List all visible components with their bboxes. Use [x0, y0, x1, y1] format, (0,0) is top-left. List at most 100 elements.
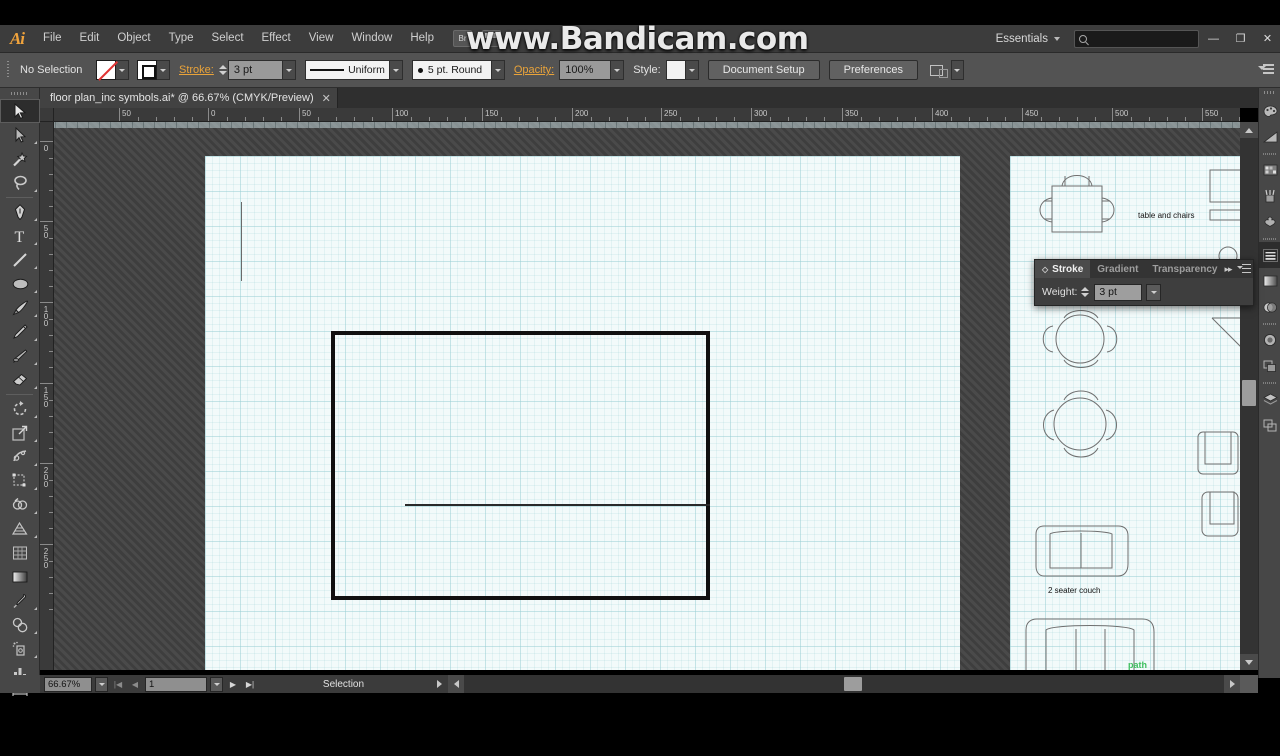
tab-transparency[interactable]: Transparency [1145, 260, 1224, 278]
stroke-profile-dropdown[interactable] [389, 60, 403, 80]
stroke-weight-field[interactable]: 3 pt [227, 60, 283, 80]
workspace-switcher[interactable]: Essentials [986, 33, 1066, 45]
mesh-tool[interactable] [0, 541, 40, 565]
paintbrush-tool[interactable] [0, 296, 40, 320]
graphic-styles-panel-icon[interactable] [1259, 353, 1280, 379]
brush-definition-select[interactable]: 5 pt. Round [411, 60, 492, 80]
symbol-sprayer-tool[interactable] [0, 637, 40, 661]
symbols-sheet[interactable]: table and chairs 2 seater couch path [1010, 156, 1240, 670]
layers-panel-icon[interactable] [1259, 386, 1280, 412]
close-button[interactable]: ✕ [1255, 29, 1280, 49]
stroke-weight-stepper[interactable] [1081, 282, 1090, 302]
menu-window[interactable]: Window [342, 25, 401, 52]
selection-tool[interactable] [0, 99, 40, 123]
scroll-right-button[interactable] [1224, 675, 1240, 693]
magic-wand-tool[interactable] [0, 147, 40, 171]
shape-builder-tool[interactable] [0, 493, 40, 517]
artboards-panel-icon[interactable] [1259, 412, 1280, 438]
menu-select[interactable]: Select [203, 25, 253, 52]
color-panel-icon[interactable] [1259, 98, 1280, 124]
appearance-panel-icon[interactable] [1259, 327, 1280, 353]
graphic-style-dropdown[interactable] [685, 60, 699, 80]
minimize-button[interactable]: — [1201, 29, 1226, 49]
restore-button[interactable]: ❐ [1228, 29, 1253, 49]
horizontal-ruler[interactable]: 50 0 50 100 150 200 250 300 350 400 450 500 550 [54, 108, 1240, 122]
symbol-round-table-chairs[interactable] [1026, 304, 1136, 374]
menu-file[interactable]: File [34, 25, 71, 52]
stroke-dropdown-button[interactable] [157, 60, 170, 80]
ruler-origin-corner[interactable] [40, 108, 54, 122]
resize-grip[interactable] [1240, 675, 1258, 693]
document-setup-button[interactable]: Document Setup [707, 60, 820, 80]
blob-brush-tool[interactable] [0, 344, 40, 368]
vertical-ruler[interactable]: 050100150200250 [40, 122, 54, 670]
lasso-tool[interactable] [0, 171, 40, 195]
opacity-field[interactable]: 100% [559, 60, 612, 80]
control-bar-menu-icon[interactable] [1258, 63, 1274, 77]
symbol-partial-top-right[interactable] [1209, 169, 1240, 221]
vertical-scrollbar-thumb[interactable] [1242, 380, 1256, 406]
artboard-dropdown[interactable] [210, 676, 223, 692]
transparency-panel-icon[interactable] [1259, 294, 1280, 320]
align-dropdown[interactable] [950, 60, 964, 80]
symbols-panel-icon[interactable] [1259, 209, 1280, 235]
perspective-grid-tool[interactable] [0, 517, 40, 541]
line-segment-tool[interactable] [0, 248, 40, 272]
pen-tool[interactable] [0, 200, 40, 224]
arrange-documents-icon[interactable] [482, 30, 501, 47]
symbol-corner-right-middle[interactable] [1210, 316, 1240, 356]
previous-artboard-button[interactable]: ◀ [128, 677, 142, 692]
next-artboard-button[interactable]: ▶ [226, 677, 240, 692]
close-icon[interactable]: ✕ [322, 92, 331, 105]
rotate-tool[interactable] [0, 397, 40, 421]
horizontal-scrollbar-thumb[interactable] [844, 677, 862, 691]
blend-tool[interactable] [0, 613, 40, 637]
stroke-profile-select[interactable]: Uniform [304, 60, 390, 80]
opacity-dropdown[interactable] [611, 60, 625, 80]
status-menu-arrow[interactable] [430, 680, 448, 688]
stroke-weight-field[interactable]: 3 pt [1094, 283, 1143, 301]
stroke-swatch[interactable] [137, 60, 157, 80]
fill-color-control[interactable] [96, 60, 129, 80]
align-objects-icon[interactable] [929, 63, 948, 78]
menu-object[interactable]: Object [108, 25, 159, 52]
width-warp-tool[interactable] [0, 445, 40, 469]
stroke-weight-stepper[interactable] [218, 60, 228, 80]
search-input[interactable] [1074, 29, 1199, 48]
scroll-down-button[interactable] [1240, 654, 1258, 670]
swatches-panel-icon[interactable] [1259, 157, 1280, 183]
interior-wall[interactable] [405, 504, 710, 506]
opacity-label[interactable]: Opacity: [514, 64, 554, 76]
dock-grip[interactable] [1259, 88, 1280, 98]
scroll-left-button[interactable] [448, 675, 464, 693]
symbol-2-seater-couch[interactable] [1034, 524, 1134, 580]
vertical-scrollbar[interactable] [1240, 122, 1258, 670]
brushes-panel-icon[interactable] [1259, 183, 1280, 209]
panel-menu-icon[interactable] [1236, 264, 1251, 274]
bridge-button[interactable]: Br [453, 30, 472, 47]
brush-definition-dropdown[interactable] [491, 60, 505, 80]
document-tab[interactable]: floor plan_inc symbols.ai* @ 66.67% (CMY… [40, 88, 338, 108]
zoom-level-field[interactable]: 66.67% [44, 676, 92, 692]
room-outline[interactable] [331, 331, 710, 600]
control-bar-grip[interactable] [4, 57, 14, 83]
free-transform-tool[interactable] [0, 469, 40, 493]
ellipse-tool[interactable] [0, 272, 40, 296]
fill-dropdown-button[interactable] [116, 60, 129, 80]
first-artboard-button[interactable]: |◀ [111, 677, 125, 692]
color-guide-panel-icon[interactable] [1259, 124, 1280, 150]
symbol-round-table-4[interactable] [1028, 384, 1138, 464]
pencil-tool[interactable] [0, 320, 40, 344]
preferences-button[interactable]: Preferences [828, 60, 918, 80]
scroll-up-button[interactable] [1240, 122, 1258, 138]
canvas-area[interactable]: table and chairs 2 seater couch path [54, 122, 1240, 670]
expand-panel-icon[interactable]: ▸▸ [1224, 264, 1232, 275]
graphic-style-swatch[interactable] [665, 60, 686, 80]
menu-view[interactable]: View [300, 25, 343, 52]
last-artboard-button[interactable]: ▶| [243, 677, 257, 692]
menu-effect[interactable]: Effect [253, 25, 300, 52]
menu-help[interactable]: Help [401, 25, 443, 52]
stroke-weight-label[interactable]: Stroke: [179, 64, 214, 76]
symbol-sofa-right[interactable] [1200, 486, 1240, 542]
symbol-armchair-right[interactable] [1196, 430, 1240, 482]
